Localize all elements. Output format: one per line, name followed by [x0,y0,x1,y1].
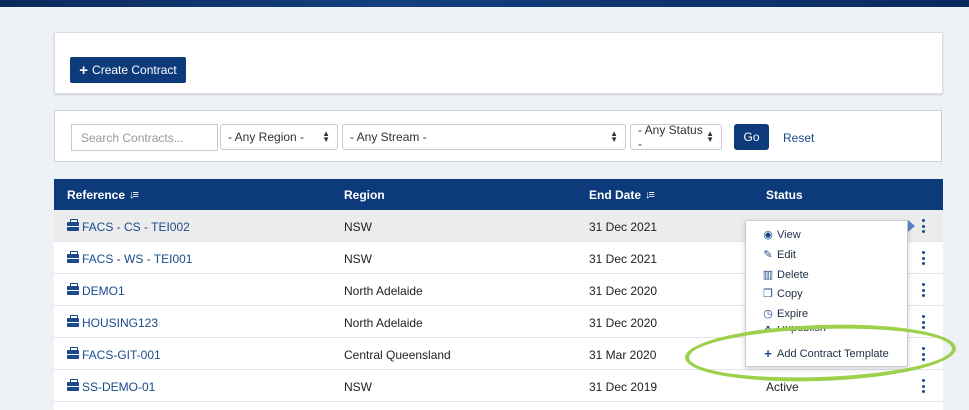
region-cell: NSW [344,220,372,234]
region-cell: North Adelaide [344,284,423,298]
table-row: SS-DEMO-01 NSW 31 Dec 2019 Active [54,370,943,402]
region-cell: NSW [344,380,372,394]
reference-link[interactable]: FACS - CS - TEI002 [67,219,190,234]
clock-icon: ◷ [763,308,773,320]
menu-caret [908,220,915,232]
reference-link[interactable]: FACS-GIT-001 [67,347,161,362]
end-date-cell: 31 Dec 2020 [589,316,658,330]
trash-icon: ▥ [762,269,774,281]
unpublish-icon: ✕ [763,326,773,334]
table-header: Reference ↓≡ Region End Date ↓≡ Status [54,179,943,210]
search-input[interactable]: Search Contracts... [71,124,218,151]
region-select[interactable]: - Any Region - ▲ ▼ [220,124,338,150]
filter-panel: Search Contracts... - Any Region - ▲ ▼ - … [54,110,942,162]
header-end-date[interactable]: End Date ↓≡ [589,188,655,202]
header-region: Region [344,188,385,202]
menu-item-copy[interactable]: ❐ Copy [762,287,803,301]
menu-item-edit[interactable]: ✎ Edit [762,248,796,262]
region-select-value: - Any Region - [228,130,305,144]
menu-item-view[interactable]: ◉ View [762,228,800,242]
stream-select[interactable]: - Any Stream - ▲ ▼ [342,124,626,150]
plus-icon: + [764,346,772,361]
row-actions-icon[interactable] [920,315,926,329]
briefcase-icon [67,347,79,359]
briefcase-icon [67,219,79,231]
menu-item-add-contract-template[interactable]: + Add Contract Template [762,346,889,361]
row-actions-icon[interactable] [920,347,926,361]
status-select-value: - Any Status - [638,123,703,151]
menu-item-delete[interactable]: ▥ Delete [762,268,809,282]
row-actions-icon[interactable] [920,219,926,233]
region-cell: NSW [344,252,372,266]
header-reference[interactable]: Reference ↓≡ [67,188,139,202]
reference-link[interactable]: SS-DEMO-01 [67,379,155,394]
status-cell: Active [766,380,799,394]
plus-icon: + [79,61,89,79]
reference-link[interactable]: DEMO1 [67,283,125,298]
row-actions-icon[interactable] [920,283,926,297]
search-placeholder: Search Contracts... [81,130,184,145]
create-contract-button[interactable]: + Create Contract [70,57,186,83]
select-arrows-icon: ▲ ▼ [706,129,714,144]
end-date-cell: 31 Dec 2020 [589,284,658,298]
go-button[interactable]: Go [734,124,769,150]
sort-icon: ↓≡ [129,189,139,201]
menu-item-expire[interactable]: ◷ Expire [762,307,808,321]
pencil-icon: ✎ [763,249,773,261]
end-date-cell: 31 Dec 2019 [589,380,658,394]
briefcase-icon [67,251,79,263]
reference-link[interactable]: FACS - WS - TEI001 [67,251,192,266]
end-date-cell: 31 Mar 2020 [589,348,657,362]
briefcase-icon [67,283,79,295]
eye-icon: ◉ [763,229,773,241]
reference-link[interactable]: HOUSING123 [67,315,158,330]
row-actions-icon[interactable] [920,251,926,265]
status-select[interactable]: - Any Status - ▲ ▼ [630,123,722,151]
end-date-cell: 31 Dec 2021 [589,220,658,234]
select-arrows-icon: ▲ ▼ [322,129,330,144]
end-date-cell: 31 Dec 2021 [589,252,658,266]
region-cell: Central Queensland [344,348,451,362]
create-contract-label: Create Contract [92,63,177,77]
briefcase-icon [67,315,79,327]
sort-icon: ↓≡ [645,189,655,201]
select-arrows-icon: ▲ ▼ [610,129,618,144]
menu-item-unpublish[interactable]: ✕ Unpublish [762,326,826,334]
top-banner [0,0,969,7]
stream-select-value: - Any Stream - [350,130,427,144]
briefcase-icon [67,379,79,391]
header-status: Status [766,188,803,202]
region-cell: North Adelaide [344,316,423,330]
row-actions-menu: ◉ View ✎ Edit ▥ Delete ❐ Copy ◷ Expire ✕… [745,220,908,367]
row-actions-icon[interactable] [920,379,926,393]
reset-link[interactable]: Reset [783,131,814,145]
create-panel: + Create Contract [54,32,943,94]
copy-icon: ❐ [763,288,773,300]
